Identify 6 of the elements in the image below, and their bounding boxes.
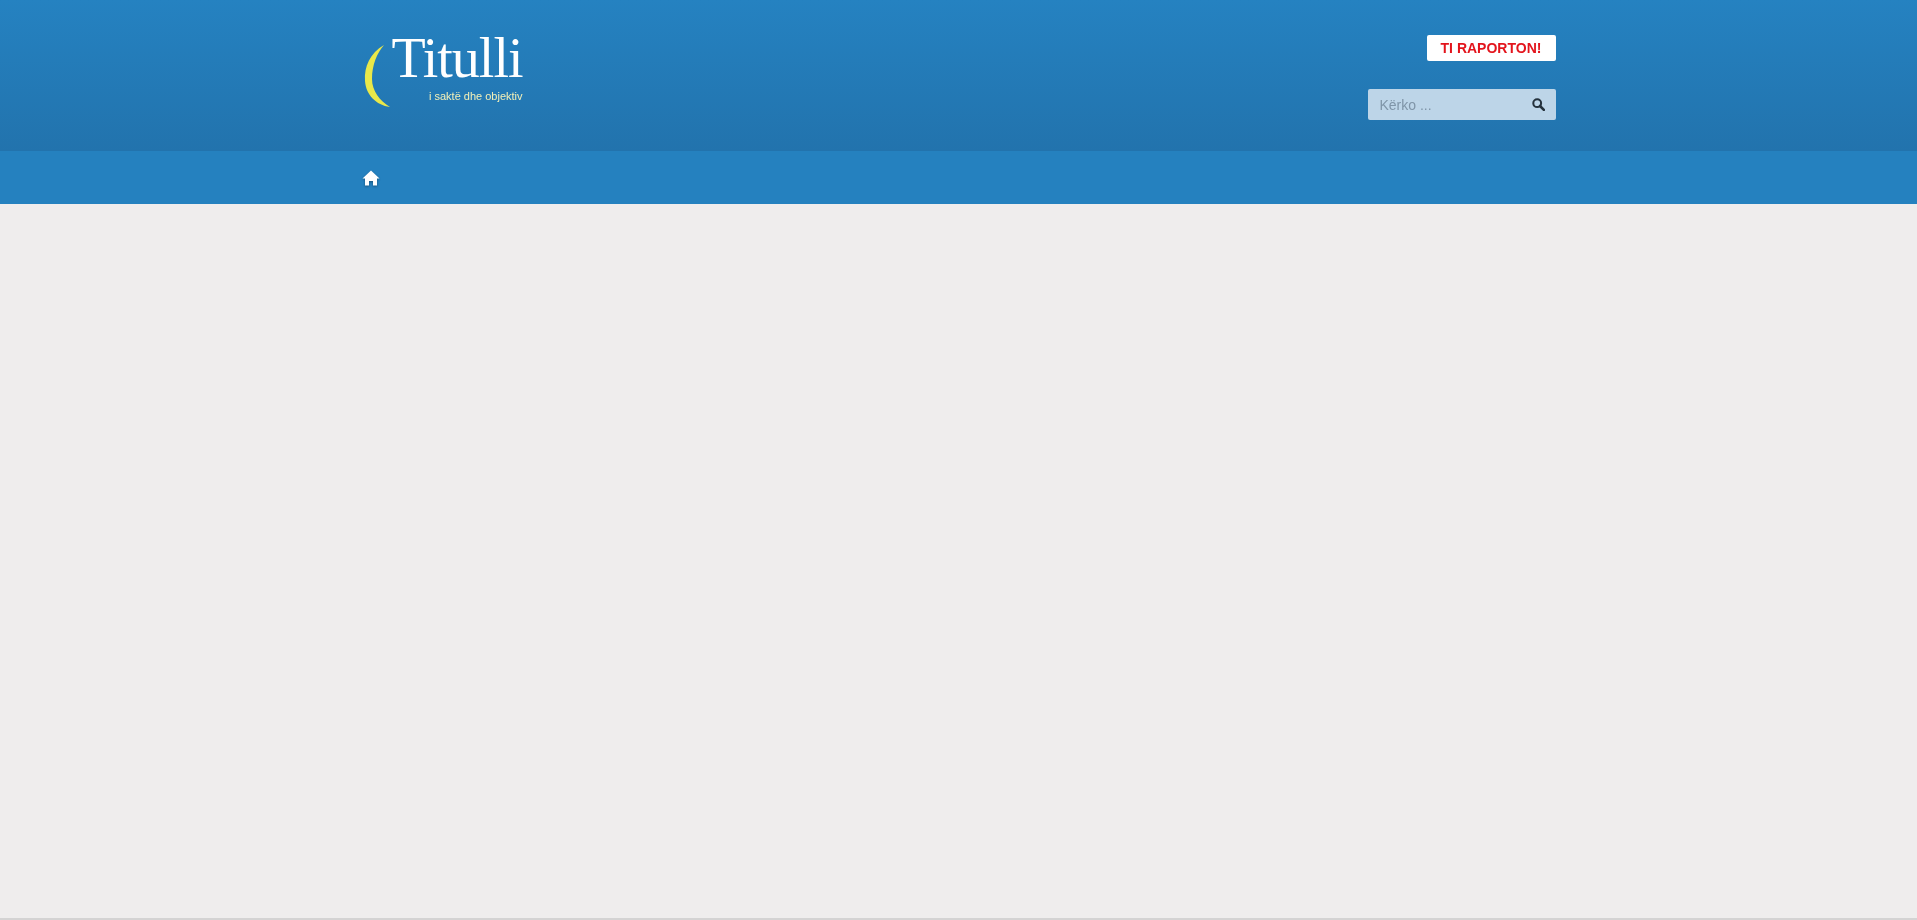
search-field[interactable]: Kërko ...	[1367, 89, 1556, 120]
site-tagline: i saktë dhe objektiv	[428, 89, 523, 103]
search-icon[interactable]	[1531, 98, 1545, 111]
report-button[interactable]: TI RAPORTON!	[1426, 35, 1556, 61]
site-name[interactable]: Titulli	[391, 29, 523, 87]
home-icon[interactable]	[361, 169, 380, 186]
